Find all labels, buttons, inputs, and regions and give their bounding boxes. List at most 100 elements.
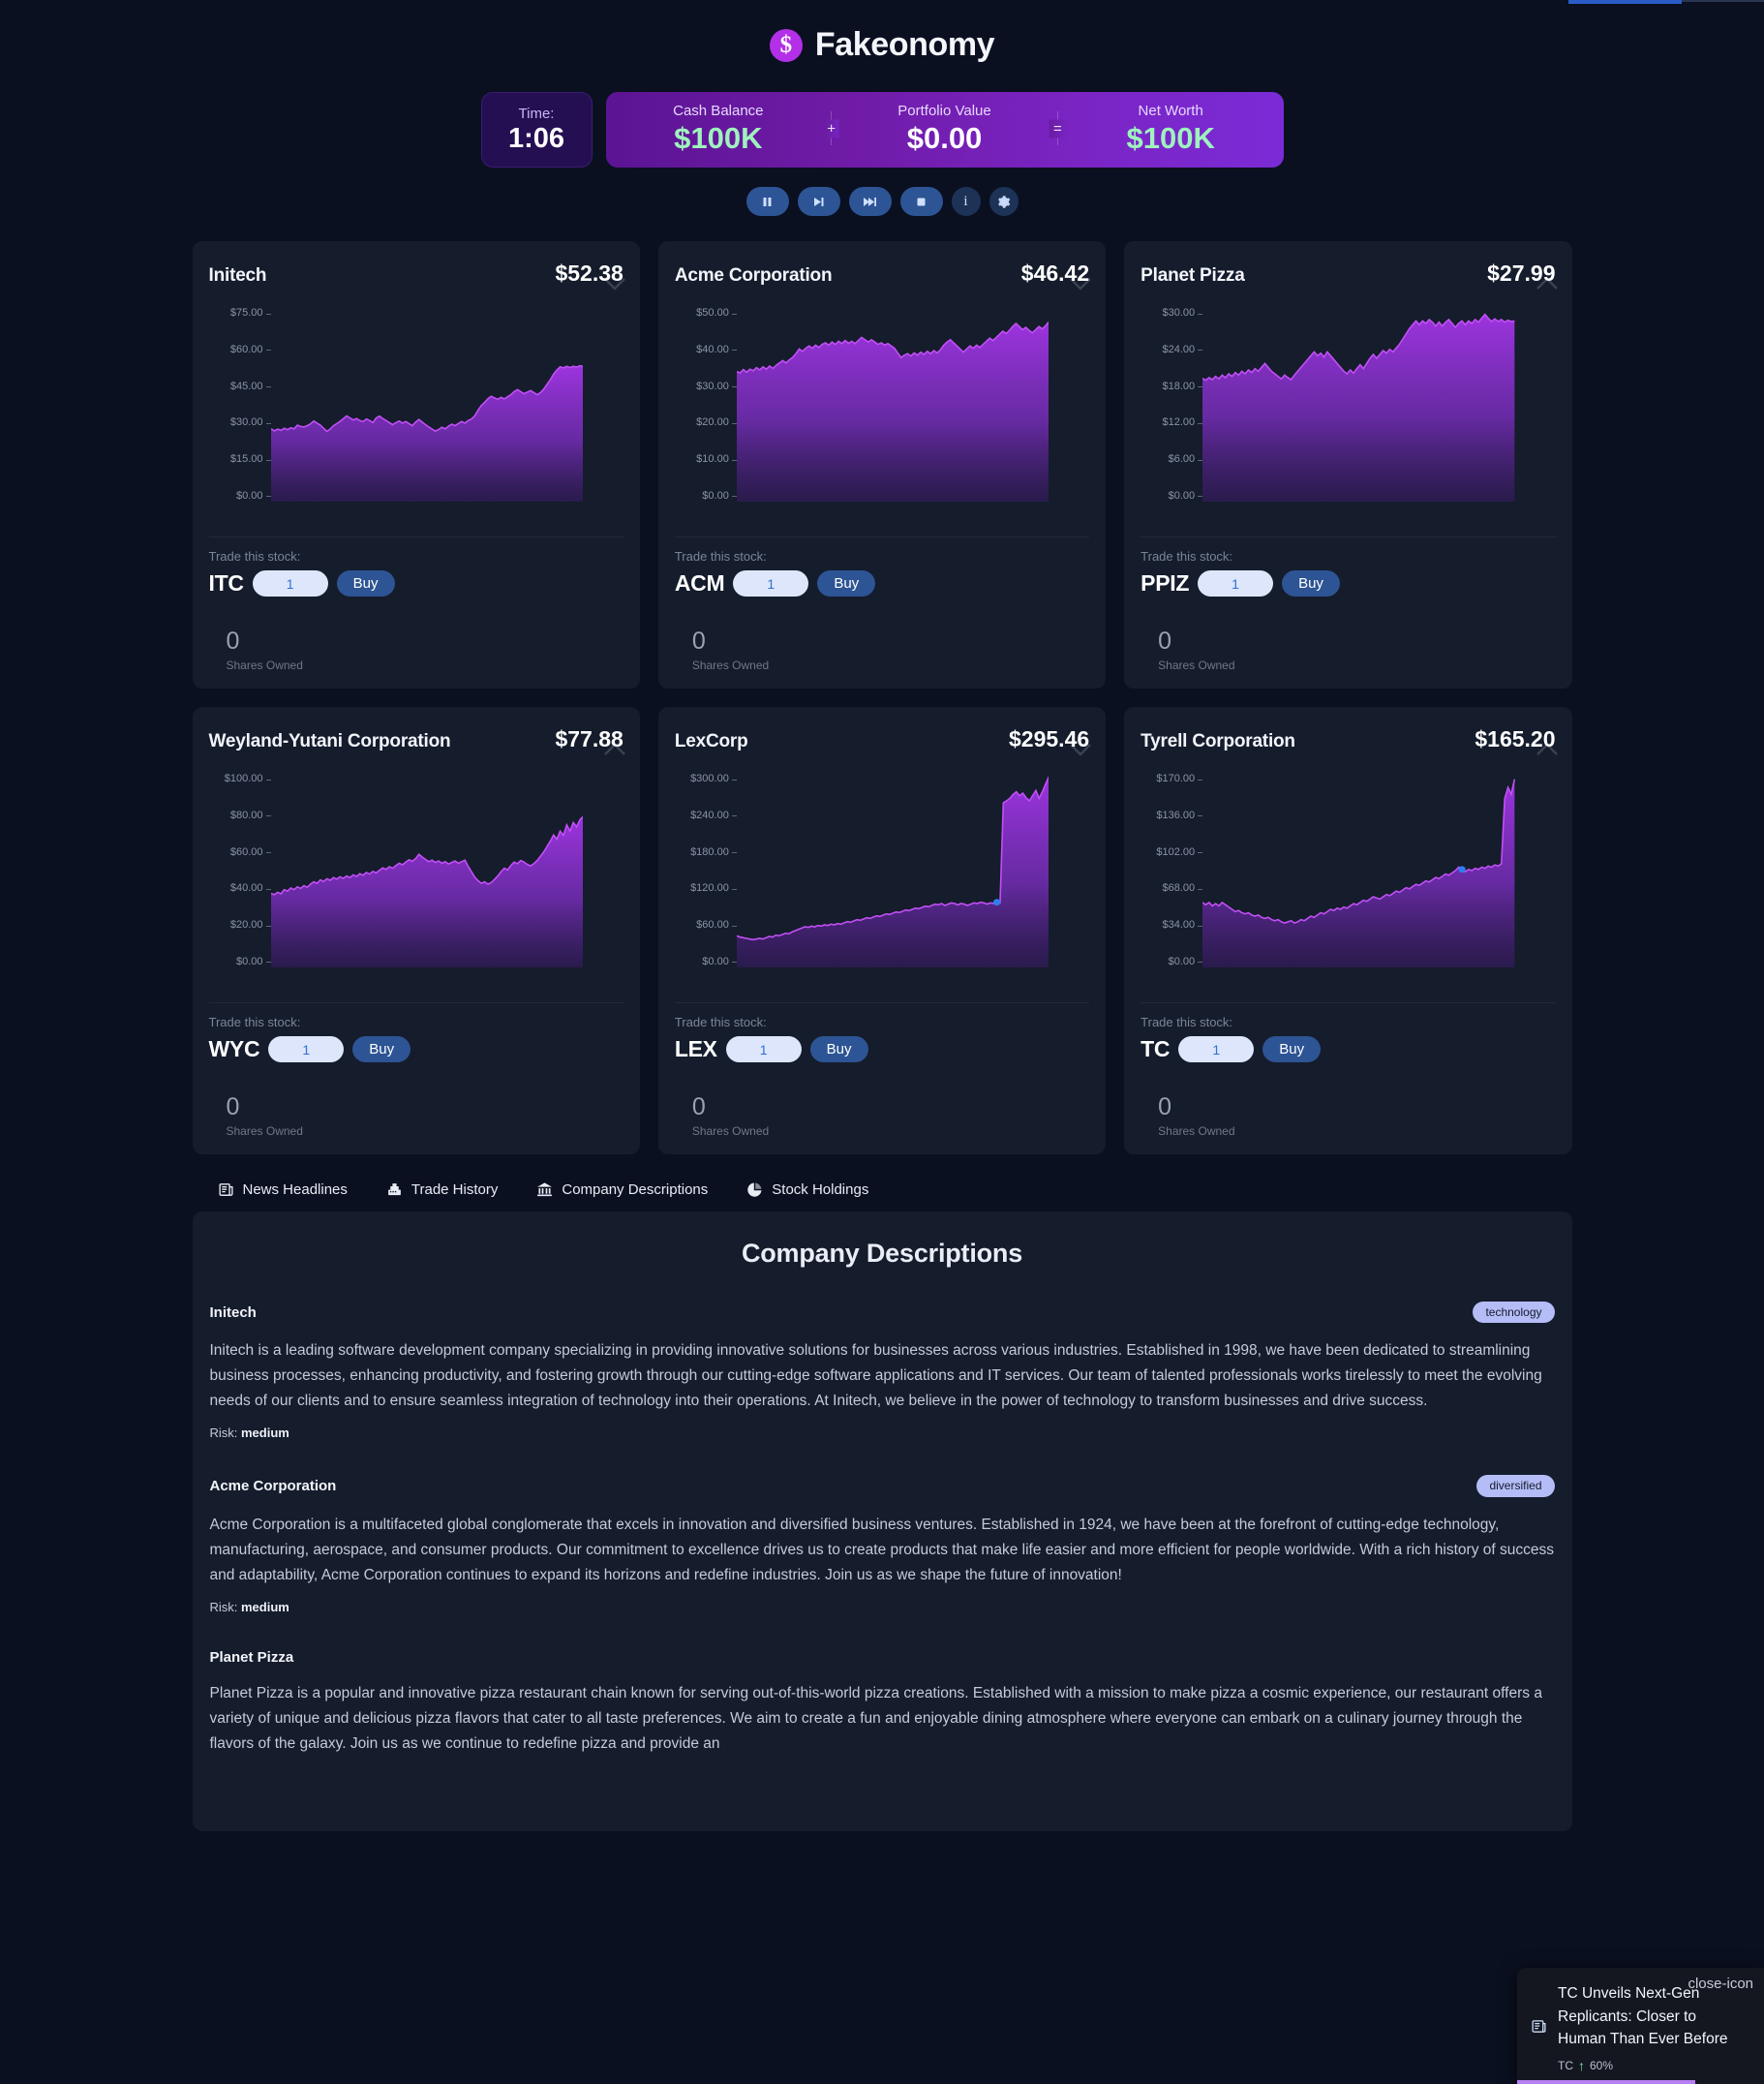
- buy-button[interactable]: Buy: [1282, 570, 1340, 597]
- pie-chart-icon: [746, 1181, 763, 1198]
- company-description-text: Initech is a leading software developmen…: [209, 1342, 1542, 1410]
- stock-card[interactable]: LexCorp $295.46 $300.00 $240.00 $180.00 $120.…: [657, 707, 1107, 1154]
- chart-plot-area: [270, 774, 583, 967]
- y-axis: $170.00 $136.00 $102.00 $68.00 $34.00 $0.00: [1141, 774, 1202, 967]
- panel-title: Company Descriptions: [741, 1239, 1023, 1268]
- quantity-input[interactable]: [1198, 570, 1274, 597]
- toast-title: TC Unveils Next-Gen Replicants: Closer t…: [1558, 1985, 1728, 2047]
- shares-owned-label: Shares Owned: [226, 659, 303, 672]
- shares-owned-count: 0: [226, 1093, 240, 1120]
- trade-row: TC Buy: [1141, 1036, 1555, 1062]
- stock-card[interactable]: Tyrell Corporation $165.20 $170.00 $136.00 $…: [1124, 707, 1572, 1154]
- stock-card-header: Tyrell Corporation $165.20: [1141, 726, 1555, 752]
- net-worth-label: Net Worth: [1138, 102, 1203, 119]
- stock-ticker: ACM: [674, 570, 725, 596]
- chart-plot-area: [1202, 774, 1515, 967]
- plus-operator: +: [823, 119, 840, 138]
- y-axis: $100.00 $80.00 $60.00 $40.00 $20.00 $0.00: [209, 773, 271, 967]
- company-name: Initech: [209, 1303, 257, 1321]
- y-axis-tick: $15.00: [229, 453, 271, 466]
- pause-icon: [763, 197, 772, 206]
- tab-trade-history[interactable]: Trade History: [386, 1181, 498, 1198]
- y-axis-tick: $30.00: [696, 380, 737, 392]
- quantity-input[interactable]: [733, 570, 809, 597]
- price-chart: $75.00 $60.00 $45.00 $30.00 $15.00 $0.00: [209, 308, 623, 502]
- stats-bar: Time: 1:06 Cash Balance $100K + Portfoli…: [0, 92, 1764, 168]
- step-forward-button[interactable]: [797, 187, 840, 216]
- y-axis-tick: $60.00: [229, 343, 271, 355]
- close-icon[interactable]: close-icon: [1688, 1977, 1753, 1991]
- fast-forward-button[interactable]: [848, 187, 892, 216]
- chart-plot-area: [736, 308, 1049, 502]
- y-axis-tick: $300.00: [690, 773, 737, 784]
- stock-card[interactable]: Planet Pizza $27.99 $30.00 $24.00 $18.00 $12.…: [1124, 241, 1572, 689]
- shares-owned-block: 0 Shares Owned: [209, 1093, 623, 1139]
- stock-name: Initech: [208, 265, 267, 286]
- net-worth-stat: Net Worth $100K: [1058, 103, 1284, 155]
- toast-meta: TC ↑ 60%: [1558, 2059, 1750, 2072]
- cash-balance-label: Cash Balance: [673, 102, 764, 119]
- y-axis-tick: $136.00: [1156, 809, 1202, 821]
- shares-owned-count: 0: [1158, 628, 1172, 655]
- y-axis: $75.00 $60.00 $45.00 $30.00 $15.00 $0.00: [209, 308, 271, 502]
- shares-owned-block: 0 Shares Owned: [675, 1095, 1089, 1139]
- stop-button[interactable]: [899, 187, 943, 216]
- stock-card[interactable]: Weyland-Yutani Corporation $77.88 $100.00 $…: [192, 707, 640, 1154]
- price-chart: $170.00 $136.00 $102.00 $68.00 $34.00 $0.00: [1141, 774, 1555, 967]
- info-button[interactable]: i: [951, 187, 981, 216]
- news-toast[interactable]: close-icon TC Unveils Next-Gen Replicant…: [1517, 1968, 1764, 2084]
- buy-button[interactable]: Buy: [809, 1036, 868, 1062]
- quantity-input[interactable]: [1178, 1036, 1255, 1062]
- tab-stock-holdings[interactable]: Stock Holdings: [746, 1181, 868, 1198]
- tab-news-headlines[interactable]: News Headlines: [218, 1181, 348, 1198]
- y-axis-tick: $100.00: [224, 773, 271, 784]
- stock-ticker: LEX: [674, 1036, 717, 1061]
- y-axis-tick: $0.00: [702, 489, 737, 502]
- dollar-coin-icon: $: [769, 28, 803, 62]
- tab-label: News Headlines: [242, 1181, 348, 1198]
- chart-plot-area: [736, 774, 1049, 967]
- buy-button[interactable]: Buy: [336, 570, 395, 597]
- tab-company-descriptions[interactable]: Company Descriptions: [536, 1181, 708, 1198]
- shares-owned-label: Shares Owned: [691, 659, 770, 672]
- y-axis-tick: $40.00: [229, 882, 271, 895]
- quantity-input[interactable]: [268, 1036, 345, 1062]
- trend-down-icon: [1070, 744, 1092, 756]
- stock-card-header: LexCorp $295.46: [675, 726, 1089, 752]
- chart-plot-area: [1202, 308, 1515, 502]
- tab-label: Trade History: [411, 1181, 499, 1198]
- y-axis-tick: $12.00: [1162, 416, 1202, 429]
- stock-name: Acme Corporation: [674, 265, 833, 286]
- newspaper-icon: [218, 1181, 234, 1198]
- trade-row: WYC Buy: [209, 1036, 623, 1062]
- buy-button[interactable]: Buy: [352, 1036, 411, 1062]
- y-axis-tick: $20.00: [229, 919, 271, 932]
- stock-card[interactable]: Initech $52.38 $75.00 $60.00 $45.00 $30.00 $15…: [192, 241, 640, 689]
- quantity-input[interactable]: [725, 1036, 802, 1062]
- stock-name: Planet Pizza: [1141, 265, 1245, 286]
- price-chart: $100.00 $80.00 $60.00 $40.00 $20.00 $0.00: [209, 774, 623, 967]
- portfolio-summary: Cash Balance $100K + Portfolio Value $0.…: [605, 92, 1284, 168]
- settings-button[interactable]: [988, 187, 1019, 216]
- stock-ticker: TC: [1141, 1036, 1171, 1061]
- company-descriptions-panel: Company Descriptions Initech technology In…: [192, 1211, 1572, 1831]
- y-axis-tick: $0.00: [235, 489, 270, 502]
- stock-card[interactable]: Acme Corporation $46.42 $50.00 $40.00 $30.00…: [657, 241, 1107, 689]
- company-name: Planet Pizza: [209, 1648, 294, 1666]
- app-title: Fakeonomy: [814, 26, 995, 63]
- stat-separator-plus: +: [823, 111, 840, 145]
- trend-down-icon: [1070, 278, 1092, 291]
- buy-button[interactable]: Buy: [817, 570, 876, 597]
- cash-register-icon: [386, 1181, 403, 1198]
- description-header: Acme Corporation diversified: [210, 1475, 1555, 1497]
- trade-label: Trade this stock:: [674, 549, 767, 564]
- y-axis-tick: $0.00: [235, 955, 270, 967]
- quantity-input[interactable]: [252, 570, 328, 597]
- company-description-text: Planet Pizza is a popular and innovative…: [209, 1684, 1542, 1753]
- sector-badge: diversified: [1476, 1475, 1555, 1497]
- company-description-item: Initech technology Initech is a leading so…: [210, 1302, 1555, 1440]
- pause-button[interactable]: [745, 187, 789, 216]
- company-description-text: Acme Corporation is a multifaceted globa…: [209, 1516, 1554, 1583]
- section-tabs: News Headlines Trade History Company Descr…: [193, 1181, 1572, 1198]
- buy-button[interactable]: Buy: [1262, 1036, 1322, 1062]
